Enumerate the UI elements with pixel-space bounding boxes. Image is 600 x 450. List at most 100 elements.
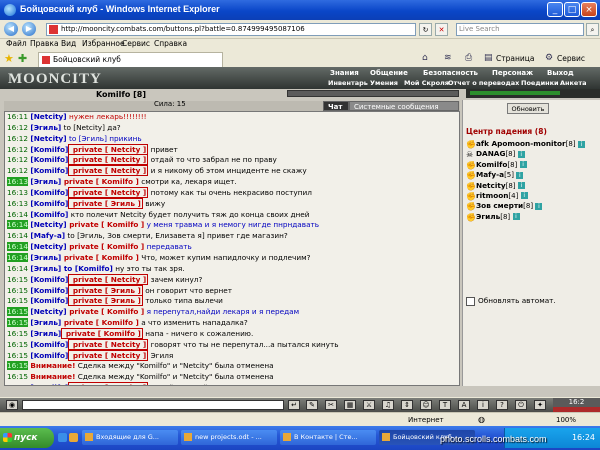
chat-nick[interactable]: [Эгиль] — [30, 318, 61, 327]
clear-icon[interactable]: ✎ — [306, 400, 318, 410]
chat-private-tag[interactable]: private [ Komilfo ] — [61, 253, 139, 262]
filter-icon[interactable]: ▦ — [344, 400, 356, 410]
scroll-icon[interactable]: ⇕ — [401, 400, 413, 410]
chat-timestamp[interactable]: 16:15 — [7, 329, 28, 338]
chat-private-tag[interactable]: private [ Эгиль ] — [68, 295, 143, 307]
chat-private-tag[interactable]: private [ Эгиль ] — [68, 197, 143, 209]
chat-nick[interactable]: [Komilfo] — [30, 166, 68, 175]
auto-update-option[interactable]: Обновлять автомат. — [466, 296, 556, 306]
chat-nick[interactable]: [Netcity] — [30, 220, 66, 229]
lock-icon[interactable]: ✦ — [534, 400, 546, 410]
send-icon[interactable]: ↵ — [288, 400, 300, 410]
chat-nick[interactable]: [Mafy-a] — [30, 231, 65, 240]
chat-log[interactable]: 16:11 [Netcity] нужен лекарь!!!!!!!! 16:1… — [4, 111, 460, 386]
tools-gear-icon[interactable]: ⚙ — [545, 53, 553, 63]
chat-private-tag[interactable]: private [ Netcity ] — [68, 349, 149, 361]
player-info-icon[interactable]: i — [517, 150, 525, 158]
player-list-item[interactable]: ✊ ritmoon[4] i — [466, 191, 600, 201]
location-title[interactable]: Центр падения (8) — [466, 127, 547, 136]
chat-nick[interactable]: [Komilfo] — [30, 275, 68, 284]
close-button[interactable]: × — [581, 2, 597, 17]
tab-boitsovskiy-klub[interactable]: Бойцовский клуб — [38, 52, 223, 67]
exit-chat-icon[interactable]: ⏻ — [515, 400, 527, 410]
refresh-button[interactable]: Обновить — [507, 103, 549, 114]
smiles-icon[interactable]: ✂ — [325, 400, 337, 410]
chat-timestamp[interactable]: 16:15 — [7, 286, 28, 295]
chat-timestamp[interactable]: 16:15 — [7, 296, 28, 305]
player-list-item[interactable]: ✊ Mafy-a[5] i — [466, 170, 600, 180]
forward-button[interactable]: ▶ — [22, 22, 36, 36]
chat-timestamp[interactable]: 16:16 — [7, 383, 28, 385]
player-info-icon[interactable]: i — [519, 161, 527, 169]
search-icon[interactable]: ⌕ — [586, 23, 599, 36]
task-document[interactable]: new projects.odt - ... — [181, 430, 277, 445]
chat-nick[interactable]: [Komilfo] — [30, 188, 68, 197]
menu-file[interactable]: Файл — [6, 39, 27, 48]
chat-private-tag[interactable]: private [ Netcity ] — [68, 382, 149, 385]
chat-nick[interactable]: [Netcity] — [30, 242, 66, 251]
chat-nick[interactable]: [Komilfo] — [30, 199, 68, 208]
tab-system-messages[interactable]: Системные сообщения — [349, 101, 459, 111]
chat-timestamp[interactable]: 16:15 — [7, 340, 28, 349]
sound-icon[interactable]: ♫ — [382, 400, 394, 410]
chat-timestamp[interactable]: 16:12 — [7, 155, 28, 164]
chat-timestamp[interactable]: 16:14 — [7, 264, 28, 273]
chat-private-tag[interactable]: private [ Netcity ] — [68, 186, 149, 198]
maximize-button[interactable]: □ — [564, 2, 580, 17]
chat-timestamp[interactable]: 16:14 — [7, 242, 29, 252]
chat-private-tag[interactable]: private [ Netcity ] — [68, 143, 149, 155]
chat-timestamp[interactable]: 16:14 — [7, 231, 28, 240]
chat-nick[interactable]: [Komilfo] — [30, 351, 68, 360]
back-button[interactable]: ◀ — [4, 22, 18, 36]
nav-profile[interactable]: Анкета — [560, 79, 587, 88]
chat-private-tag[interactable]: private [ Эгиль ] — [68, 284, 143, 296]
minimize-button[interactable]: _ — [547, 2, 563, 17]
tab-chat[interactable]: Чат — [323, 101, 349, 111]
start-button[interactable]: пуск — [0, 428, 54, 448]
player-list-item[interactable]: ☠ DANAG[8] i — [466, 149, 600, 159]
chat-nick[interactable]: [Komilfo] — [30, 155, 68, 164]
player-nick[interactable]: ritmoon — [476, 191, 508, 200]
player-list-item[interactable]: ✊ Эгиль[8] i — [466, 212, 600, 222]
feeds-icon[interactable]: ≋ — [444, 53, 452, 63]
private-message-icon[interactable]: ✊ — [466, 213, 476, 223]
chat-timestamp[interactable]: 16:12 — [7, 134, 28, 143]
player-list-item[interactable]: ✊ afk Apomoon-monitor[8] i — [466, 139, 600, 149]
player-nick[interactable]: Mafy-a — [476, 170, 504, 179]
quicklaunch-folder-icon[interactable] — [69, 433, 78, 442]
task-vkontakte[interactable]: В Контакте | Сте... — [280, 430, 376, 445]
player-list-item[interactable]: ✊ Netcity[8] i — [466, 181, 600, 191]
nav-communication[interactable]: Общение — [370, 69, 408, 78]
auto-update-checkbox[interactable] — [466, 296, 475, 306]
chat-timestamp[interactable]: 16:15 — [7, 275, 28, 284]
menu-edit[interactable]: Правка — [30, 39, 59, 48]
chat-nick[interactable]: [Komilfo] — [30, 340, 68, 349]
chat-private-tag[interactable]: private [ Netcity ] — [68, 165, 149, 177]
chat-nick[interactable]: [Komilfo] — [30, 210, 68, 219]
search-input[interactable]: Live Search — [456, 23, 584, 36]
chat-timestamp[interactable]: 16:13 — [7, 199, 28, 208]
player-nick[interactable]: Эгиль — [476, 212, 500, 221]
chat-nick[interactable]: [Эгиль] — [30, 177, 61, 186]
player-nick[interactable]: afk Apomoon-monitor — [476, 139, 566, 148]
player-info-icon[interactable]: i — [577, 140, 585, 148]
help-icon[interactable]: ? — [496, 400, 508, 410]
chat-nick[interactable]: to [Komilfo] — [61, 264, 113, 273]
nav-battles[interactable]: Поединки — [521, 79, 559, 88]
chat-timestamp[interactable]: 16:12 — [7, 145, 28, 154]
chat-timestamp[interactable]: 16:14 — [7, 210, 28, 219]
player-nick[interactable]: Komilfo — [476, 160, 507, 169]
player-info-icon[interactable]: i — [516, 171, 524, 179]
nav-character[interactable]: Персонаж — [492, 69, 533, 78]
chat-nick[interactable]: [Эгиль] — [30, 253, 61, 262]
chat-nick[interactable]: [Эгиль] — [30, 264, 61, 273]
player-list-item[interactable]: ✊ Зов смерти[8] i — [466, 201, 600, 211]
player-info-icon[interactable]: i — [517, 182, 525, 190]
chat-timestamp[interactable]: 16:15 — [7, 307, 29, 317]
chat-nick[interactable]: [Эгиль] — [30, 123, 61, 132]
tools-menu-button[interactable]: Сервис — [557, 54, 585, 63]
zoom-level[interactable]: 100% — [556, 416, 576, 424]
page-menu-button[interactable]: Страница — [496, 54, 534, 63]
font-icon[interactable]: A — [458, 400, 470, 410]
info-icon[interactable]: i — [477, 400, 489, 410]
